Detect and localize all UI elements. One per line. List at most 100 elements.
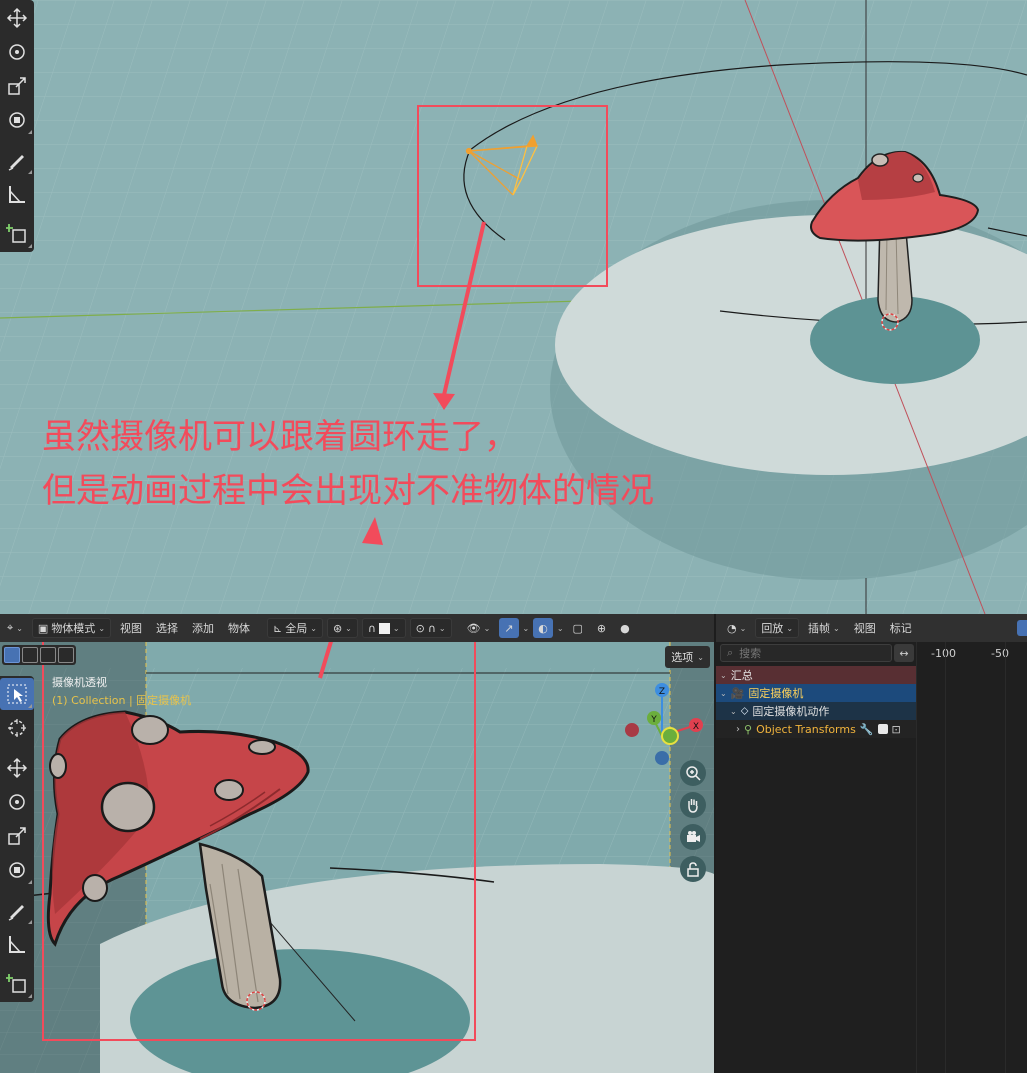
summary-row[interactable]: ⌄ 汇总 — [716, 666, 916, 684]
action-row[interactable]: ⌄ ⬦ 固定摄像机动作 — [716, 702, 916, 720]
summary-label: 汇总 — [730, 669, 753, 682]
menu-marker[interactable]: 标记 — [885, 618, 917, 638]
menu-view[interactable]: 视图 — [115, 618, 147, 638]
menu-keying[interactable]: 插帧 ⌄ — [803, 618, 845, 638]
camera-icon: 🎥 — [730, 686, 745, 700]
search-row: ⌕ 搜索 ↔ -100 -50 — [716, 642, 1027, 664]
move-icon — [6, 757, 28, 779]
top-toolbar — [0, 0, 34, 252]
object-row[interactable]: ⌄ 🎥 固定摄像机 — [716, 684, 916, 702]
scale-tool-button[interactable] — [0, 70, 34, 102]
top-3d-viewport[interactable]: 虽然摄像机可以跟着圆环走了， 但是动画过程中会出现对不准物体的情况 — [0, 0, 1027, 614]
transform-tool-button[interactable] — [0, 854, 34, 886]
magnet-icon: ∩ — [367, 621, 376, 635]
xray-icon: ▢ — [572, 621, 583, 635]
annotation-line-1: 虽然摄像机可以跟着圆环走了， — [42, 417, 518, 457]
wireframe-icon: ⊕ — [596, 621, 607, 635]
measure-tool-button[interactable] — [0, 928, 34, 960]
checkbox-icon[interactable] — [877, 724, 888, 734]
shading-wireframe[interactable]: ⊕ — [592, 618, 611, 638]
transform-orientation-dropdown[interactable]: ⊾ 全局 ⌄ — [267, 618, 323, 638]
annotate-tool-button[interactable] — [0, 144, 34, 176]
overlays-toggle[interactable]: ◐ — [533, 618, 553, 638]
pan-button[interactable] — [680, 792, 706, 818]
zoom-button[interactable] — [680, 760, 706, 786]
annotation-line-2: 但是动画过程中会出现对不准物体的情况 — [42, 471, 654, 511]
rotate-tool-button[interactable] — [0, 36, 34, 68]
camera-view-viewport[interactable]: ⌖ ⌄ ▣ 物体模式 ⌄ 视图 选择 添加 物体 ⊾ 全局 ⌄ ⊛ ⌄ ∩ ⌄ ⊙ ∩ ⌄… — [0, 614, 714, 1073]
options-dropdown[interactable]: 选项 ⌄ — [665, 646, 710, 668]
measure-tool-button[interactable] — [0, 178, 34, 210]
cursor-tool-button[interactable] — [0, 712, 34, 744]
lock-view-button[interactable] — [680, 856, 706, 882]
channel-list: ⌄ 汇总 ⌄ 🎥 固定摄像机 ⌄ ⬦ 固定摄像机动作 › ⚲ Object Tr… — [716, 666, 916, 738]
navigation-buttons — [680, 760, 706, 882]
selection-modes — [2, 645, 76, 665]
record-toggle[interactable] — [1017, 620, 1027, 636]
add-cube-tool-button[interactable] — [0, 968, 34, 1000]
chevron-down-icon[interactable]: ⌄ — [720, 671, 727, 680]
action-editor[interactable]: ◔ ⌄ 回放 ⌄ 插帧 ⌄ 视图 标记 ⌕ 搜索 ↔ -100 -50 ⌄ 汇总 ⌄ … — [716, 614, 1027, 1073]
move-tool-button[interactable] — [0, 752, 34, 784]
search-input[interactable]: ⌕ 搜索 — [720, 644, 892, 662]
transform-tool-button[interactable] — [0, 104, 34, 136]
editor-type-button[interactable]: ◔ ⌄ — [722, 618, 751, 638]
transform-icon — [9, 862, 25, 878]
chevron-down-icon[interactable]: ⌄ — [523, 624, 530, 633]
editor-type-icon: ⌖ — [7, 621, 14, 634]
chevron-down-icon[interactable]: ⌄ — [557, 624, 564, 633]
scale-tool-button[interactable] — [0, 820, 34, 852]
navigation-gizmo[interactable]: Z X Y — [614, 678, 704, 768]
cursor-select-icon — [7, 684, 27, 704]
editor-type-button[interactable]: ⌖ ⌄ — [2, 618, 28, 638]
gizmo-toggle[interactable]: ↗ — [499, 618, 519, 638]
menu-view[interactable]: 视图 — [849, 618, 881, 638]
swap-filter-button[interactable]: ↔ — [894, 644, 914, 662]
top-viewport-scene — [0, 0, 1027, 614]
viewport-info: 摄像机透视 (1) Collection | 固定摄像机 — [52, 674, 191, 710]
rotate-tool-button[interactable] — [0, 786, 34, 818]
lock-icon[interactable]: ⊡ — [892, 723, 901, 736]
action-editor-header: ◔ ⌄ 回放 ⌄ 插帧 ⌄ 视图 标记 — [716, 614, 1027, 642]
pivot-point-dropdown[interactable]: ⊛ ⌄ — [326, 618, 358, 638]
shading-solid[interactable]: ● — [615, 618, 635, 638]
move-tool-button[interactable] — [0, 2, 34, 34]
pencil-icon — [8, 155, 24, 171]
options-label: 选项 — [671, 651, 694, 664]
chevron-down-icon[interactable]: ⌄ — [730, 707, 737, 716]
playback-label: 回放 — [761, 622, 784, 635]
chevron-right-icon[interactable]: › — [736, 724, 740, 735]
select-subtract-icon[interactable] — [40, 647, 56, 663]
clock-icon: ◔ — [727, 621, 737, 635]
frame-mark: -100 — [931, 647, 956, 660]
object-mode-dropdown[interactable]: ▣ 物体模式 ⌄ — [31, 618, 112, 638]
menu-playback[interactable]: 回放 ⌄ — [755, 618, 800, 638]
select-intersect-icon[interactable] — [58, 647, 74, 663]
select-new-icon[interactable] — [4, 647, 20, 663]
xray-toggle[interactable]: ▢ — [568, 618, 588, 638]
gizmo-icon: ↗ — [504, 621, 514, 635]
menu-add[interactable]: 添加 — [187, 618, 219, 638]
camera-view-button[interactable] — [680, 824, 706, 850]
add-cube-tool-button[interactable] — [0, 218, 34, 250]
wrench-icon[interactable]: 🔧 — [860, 723, 874, 736]
select-tool-button[interactable] — [0, 678, 34, 710]
proportional-edit-toggle[interactable]: ⊙ ∩ ⌄ — [409, 618, 452, 638]
rotate-icon — [9, 44, 25, 60]
annotate-tool-button[interactable] — [0, 894, 34, 926]
ruler-icon — [9, 186, 25, 203]
menu-object[interactable]: 物体 — [223, 618, 255, 638]
visibility-dropdown[interactable]: 👁 ⌄ — [462, 618, 496, 638]
bottom-toolbar — [0, 676, 34, 1002]
search-placeholder: 搜索 — [739, 647, 762, 660]
select-extend-icon[interactable] — [22, 647, 38, 663]
eye-icon: 👁 — [466, 621, 481, 635]
annotation-text: 虽然摄像机可以跟着圆环走了， 但是动画过程中会出现对不准物体的情况 — [42, 410, 654, 518]
orientation-icon: ⊾ — [273, 621, 283, 635]
channel-row[interactable]: › ⚲ Object Transforms 🔧 ⊡ — [716, 720, 916, 738]
snap-toggle[interactable]: ∩ ⌄ — [361, 618, 406, 638]
swap-icon: ↔ — [899, 646, 909, 660]
chevron-down-icon[interactable]: ⌄ — [720, 689, 727, 698]
snap-element-icon — [378, 622, 390, 634]
menu-select[interactable]: 选择 — [151, 618, 183, 638]
